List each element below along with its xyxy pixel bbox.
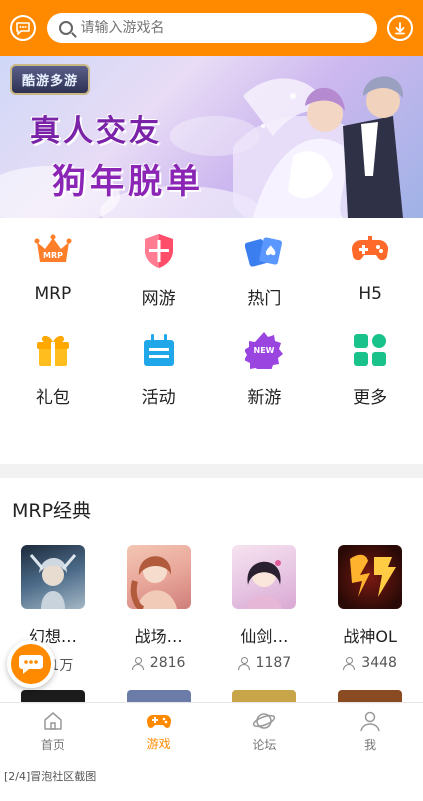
category-label: 热门 <box>247 289 282 309</box>
category-mrp[interactable]: MRP MRP <box>0 232 106 309</box>
game-thumbnail <box>126 545 191 609</box>
player-count: 1187 <box>237 655 292 671</box>
category-events[interactable]: 活动 <box>106 331 212 408</box>
game-name: 战场… <box>134 627 183 646</box>
more-grid-icon <box>351 331 389 369</box>
game-card[interactable]: 战神OL 3448 <box>317 545 423 675</box>
category-online[interactable]: 网游 <box>106 232 212 309</box>
person-icon <box>131 657 144 670</box>
game-thumbnail <box>232 545 297 609</box>
category-more[interactable]: 更多 <box>317 331 423 408</box>
floating-chat-button[interactable] <box>7 640 55 688</box>
game-card[interactable]: 战场… 2816 <box>106 545 212 675</box>
category-gift[interactable]: 礼包 <box>0 331 106 408</box>
promo-banner[interactable]: 酷游多游 真人交友 狗年脱单 <box>0 56 423 218</box>
search-input[interactable] <box>80 20 365 36</box>
user-icon <box>360 711 380 732</box>
tab-home[interactable]: 首页 <box>0 703 106 760</box>
category-label: 网游 <box>141 289 176 309</box>
category-label: 活动 <box>141 388 176 408</box>
mrp-badge-text: MRP <box>43 251 63 260</box>
game-name: 仙剑… <box>240 627 289 646</box>
gift-icon <box>34 331 72 369</box>
banner-couple-illustration <box>233 76 404 218</box>
calendar-icon <box>140 331 178 369</box>
player-count-value: 3448 <box>361 655 397 671</box>
category-hot[interactable]: 热门 <box>212 232 318 309</box>
tab-games[interactable]: 游戏 <box>106 703 212 760</box>
tab-label: 游戏 <box>146 737 171 751</box>
category-grid: MRP MRP 网游 热门 H5 礼包 活动 NEW 新游 更多 <box>0 232 423 408</box>
image-caption: [2/4]冒泡社区截图 <box>4 770 97 783</box>
game-name: 战神OL <box>343 627 397 646</box>
cards-icon <box>245 232 283 270</box>
section-divider <box>0 464 423 478</box>
banner-subheadline: 狗年脱单 <box>52 162 204 202</box>
game-thumbnail <box>20 545 85 609</box>
tab-label: 我 <box>364 738 377 752</box>
tab-label: 首页 <box>40 738 65 752</box>
category-label: MRP <box>34 284 72 304</box>
category-label: 新游 <box>247 388 282 408</box>
new-badge-text: NEW <box>254 346 275 355</box>
home-icon <box>44 712 62 730</box>
planet-icon <box>253 713 276 729</box>
player-count-value: 1187 <box>255 655 292 671</box>
chat-bubble-icon[interactable] <box>10 15 36 41</box>
player-count: 3448 <box>343 655 397 671</box>
person-icon <box>237 657 250 670</box>
category-label: 更多 <box>353 388 388 408</box>
game-thumbnail <box>338 545 403 609</box>
game-controller-icon <box>146 714 171 728</box>
tab-forum[interactable]: 论坛 <box>212 703 318 760</box>
chat-bubble-icon <box>19 655 43 674</box>
game-card[interactable]: 仙剑… 1187 <box>212 545 318 675</box>
category-h5[interactable]: H5 <box>317 232 423 309</box>
search-icon <box>58 21 73 35</box>
tab-label: 论坛 <box>252 738 277 752</box>
gamepad-icon <box>351 232 389 270</box>
crown-mrp-icon: MRP <box>34 232 72 270</box>
banner-headline: 真人交友 <box>30 114 162 149</box>
search-box[interactable] <box>46 13 377 43</box>
player-count: 2816 <box>131 655 186 671</box>
download-icon[interactable] <box>387 15 413 41</box>
game-list: 幻想… 1万 战场… 2816 仙剑… 1187 战神OL 3448 <box>0 545 423 675</box>
section-title: MRP经典 <box>12 500 92 522</box>
category-label: 礼包 <box>35 388 70 408</box>
banner-game-logo: 酷游多游 <box>10 64 91 95</box>
top-bar <box>0 0 423 56</box>
tab-me[interactable]: 我 <box>317 703 423 760</box>
person-icon <box>343 657 356 670</box>
category-new[interactable]: NEW 新游 <box>212 331 318 408</box>
app-screen: 酷游多游 真人交友 狗年脱单 MRP MRP 网游 热门 H5 <box>0 0 423 760</box>
new-badge-icon: NEW <box>245 331 284 369</box>
shield-icon <box>140 232 178 270</box>
category-label: H5 <box>358 284 382 304</box>
player-count-value: 2816 <box>149 655 186 671</box>
bottom-tab-bar: 首页 游戏 论坛 我 <box>0 702 423 760</box>
